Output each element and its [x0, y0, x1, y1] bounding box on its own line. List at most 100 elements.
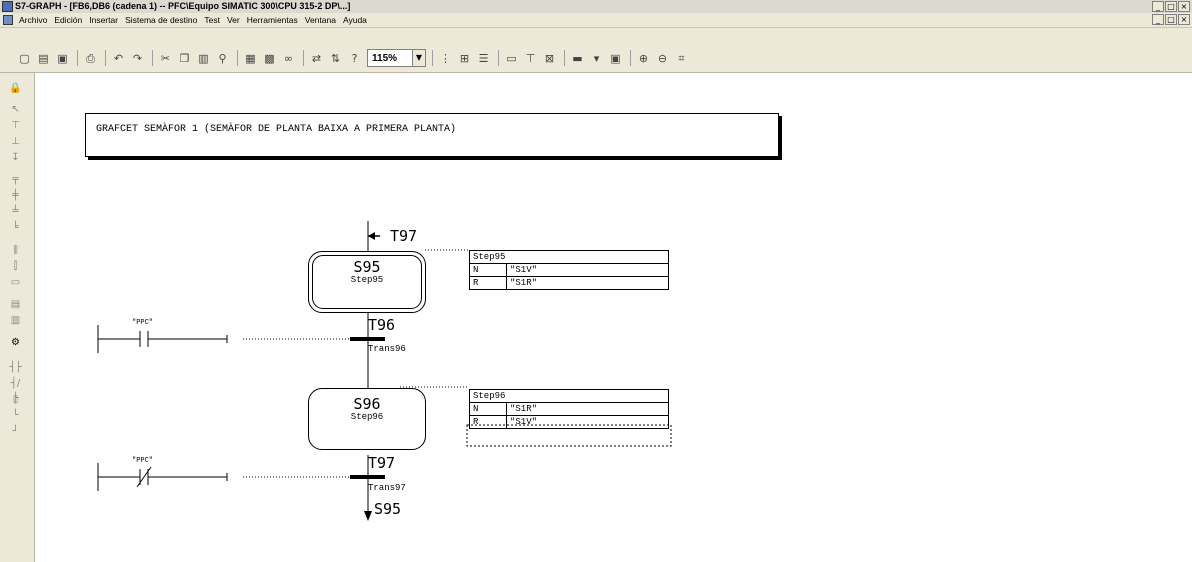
action-operand: "S1R"	[506, 276, 669, 290]
cut-icon[interactable]: ✂	[157, 50, 174, 67]
zoom-in-icon[interactable]: ⊕	[635, 50, 652, 67]
nc-contact-icon[interactable]: ┤/├	[8, 376, 23, 404]
document-icon[interactable]	[3, 15, 13, 25]
monitor-icon[interactable]: ▩	[261, 50, 278, 67]
doc-minimize-button[interactable]: _	[1152, 14, 1164, 25]
transition-bar-t96	[350, 337, 385, 341]
action-table-title: Step95	[469, 250, 669, 264]
menu-herramientas[interactable]: Herramientas	[247, 14, 298, 26]
conditions-icon[interactable]: ⊤	[522, 50, 539, 67]
transition-comment: Trans96	[368, 344, 406, 354]
zoom-fit-icon[interactable]: ⌗	[673, 50, 690, 67]
action-table-s96[interactable]: Step96 N "S1R" R "S1V"	[469, 389, 669, 429]
doc-maximize-button[interactable]: □	[1165, 14, 1177, 25]
window-title: S7-GRAPH - [FB6,DB6 (cadena 1) -- PFC\Eq…	[15, 1, 351, 11]
zoom-dropdown[interactable]: 115% ▼	[367, 49, 426, 67]
find-icon[interactable]: ⚲	[214, 50, 231, 67]
window-icon[interactable]: ▣	[607, 50, 624, 67]
permanent-icon[interactable]: ⊠	[541, 50, 558, 67]
no-contact-icon[interactable]: ┤├	[8, 360, 23, 375]
graph-canvas[interactable]: GRAFCET SEMÀFOR 1 (SEMÀFOR DE PLANTA BAI…	[35, 73, 1192, 562]
jump-in-arrow-icon	[368, 232, 375, 240]
box-icon[interactable]: ▯	[8, 392, 23, 407]
menu-insertar[interactable]: Insertar	[89, 14, 118, 26]
menu-test[interactable]: Test	[204, 14, 220, 26]
menu-sistema-destino[interactable]: Sistema de destino	[125, 14, 197, 26]
paste-icon[interactable]: ▥	[195, 50, 212, 67]
initial-step-border	[312, 255, 422, 309]
transition-name: T96	[368, 316, 396, 334]
fb-icon[interactable]: ▤	[8, 297, 23, 312]
action-table-title: Step96	[469, 389, 669, 403]
grafcet-lines	[97, 221, 672, 521]
minimize-button[interactable]: _	[1152, 1, 1164, 12]
step-view-icon[interactable]: ⋮	[437, 50, 454, 67]
sequence-toolbar: 🔒 ↖ ⊤ ⊥ ↧ ╤ ╪ ╧ ╘ ⫼ ⫿ ▭ ▤ ▥ ⚙ ┤├ ┤/├ ▯ └…	[0, 73, 35, 562]
action-operand: "S1R"	[506, 402, 669, 416]
menu-ayuda[interactable]: Ayuda	[343, 14, 367, 26]
or-branch-icon[interactable]: ⫿	[8, 259, 23, 274]
end-branch-icon[interactable]: ╘	[8, 220, 23, 235]
menu-bar: Archivo Edición Insertar Sistema de dest…	[0, 13, 1192, 28]
jump-out-arrow-icon	[364, 511, 372, 521]
help-icon[interactable]: ?	[346, 50, 363, 67]
compare-icon[interactable]: ⇄	[308, 50, 325, 67]
branch-open-icon[interactable]: └	[8, 408, 23, 423]
step-name: S96	[353, 395, 381, 413]
sync-icon[interactable]: ⇅	[327, 50, 344, 67]
copy-icon[interactable]: ❐	[176, 50, 193, 67]
close-button[interactable]: ×	[1178, 1, 1190, 12]
save-icon[interactable]: ▣	[54, 50, 71, 67]
redo-icon[interactable]: ↷	[129, 50, 146, 67]
app-icon	[2, 1, 13, 12]
transition-name: T97	[368, 454, 396, 472]
single-step-icon[interactable]: ☰	[475, 50, 492, 67]
action-operand: "S1V"	[506, 263, 669, 277]
open-folder-icon[interactable]: ▤	[35, 50, 52, 67]
transition-bar-t97	[350, 475, 385, 479]
select-arrow-icon[interactable]: ↖	[8, 102, 23, 117]
step-s96[interactable]: S96 Step96	[308, 388, 426, 450]
sim-branch-icon[interactable]: ╪	[8, 188, 23, 203]
comment-icon[interactable]: ▭	[8, 275, 23, 290]
transition-comment: Trans97	[368, 483, 406, 493]
chevron-down-icon[interactable]: ▼	[412, 50, 425, 66]
network-icon[interactable]: ⚙	[8, 335, 23, 350]
branch-icon[interactable]: ╤	[8, 172, 23, 187]
toolbar: ▢ ▤ ▣ ⎙ ↶ ↷ ✂ ❐ ▥ ⚲ ▦ ▩ ∞ ⇄ ⇅ ? 115% ▼ ⋮…	[0, 28, 1192, 73]
step-s95[interactable]: S95 Step95	[308, 251, 426, 313]
overview-icon[interactable]: ▭	[503, 50, 520, 67]
action-table-s95[interactable]: Step95 N "S1V" R "S1R"	[469, 250, 669, 290]
sequence-view-icon[interactable]: ⊞	[456, 50, 473, 67]
zoom-out-icon[interactable]: ⊖	[654, 50, 671, 67]
action-qualifier: R	[469, 415, 507, 429]
display-dropdown-icon[interactable]: ▾	[588, 50, 605, 67]
undo-icon[interactable]: ↶	[110, 50, 127, 67]
glasses-icon[interactable]: ∞	[280, 50, 297, 67]
maximize-button[interactable]: □	[1165, 1, 1177, 12]
action-qualifier: N	[469, 263, 507, 277]
action-qualifier: R	[469, 276, 507, 290]
menu-archivo[interactable]: Archivo	[19, 14, 47, 26]
and-branch-icon[interactable]: ⫼	[8, 243, 23, 258]
new-file-icon[interactable]: ▢	[16, 50, 33, 67]
step-transition-icon[interactable]: ⊤	[8, 118, 23, 133]
close-branch-icon[interactable]: ╧	[8, 204, 23, 219]
lock-icon[interactable]: 🔒	[8, 81, 23, 96]
menu-ver[interactable]: Ver	[227, 14, 240, 26]
action-operand: "S1V"	[506, 415, 669, 429]
action-qualifier: N	[469, 402, 507, 416]
step-transition-end-icon[interactable]: ⊥	[8, 134, 23, 149]
menu-ventana[interactable]: Ventana	[305, 14, 336, 26]
download-icon[interactable]: ▦	[242, 50, 259, 67]
display-icon[interactable]: ▬	[569, 50, 586, 67]
cmp-icon[interactable]: ▥	[8, 313, 23, 328]
step-comment: Step96	[350, 412, 384, 422]
branch-close-icon[interactable]: ┘	[8, 424, 23, 439]
jump-out-label: S95	[374, 500, 402, 518]
zoom-value: 115%	[372, 52, 398, 64]
print-icon[interactable]: ⎙	[82, 50, 99, 67]
menu-edicion[interactable]: Edición	[54, 14, 82, 26]
doc-close-button[interactable]: ×	[1178, 14, 1190, 25]
jump-icon[interactable]: ↧	[8, 150, 23, 165]
